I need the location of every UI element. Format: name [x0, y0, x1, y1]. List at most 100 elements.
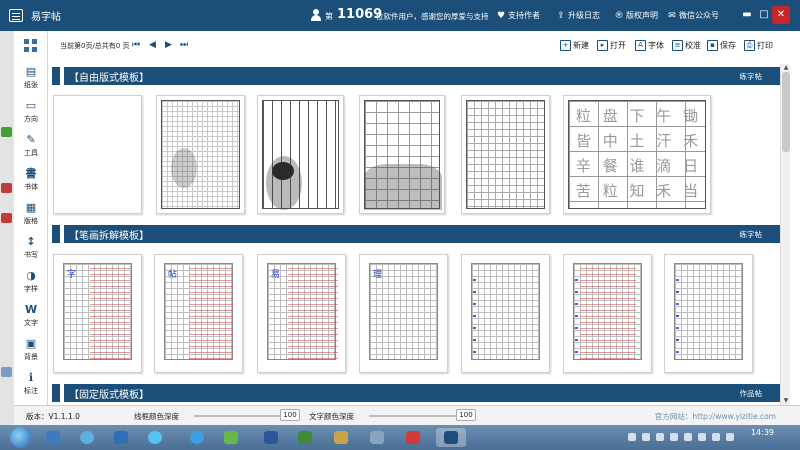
font-button[interactable]: A 字体 — [635, 40, 664, 51]
nav-grid-style[interactable]: ▦ 版格 — [14, 201, 48, 235]
section-link[interactable]: 作品帖 — [740, 388, 763, 399]
vertical-scrollbar[interactable]: ▲ ▼ — [780, 64, 790, 405]
app-logo-icon — [9, 9, 23, 22]
new-button[interactable]: + 新建 — [560, 40, 589, 51]
close-button[interactable]: ✕ — [772, 6, 790, 24]
print-button[interactable]: ⎙ 打印 — [744, 40, 773, 51]
nav-font-style[interactable]: 書书体 — [14, 167, 48, 201]
template-thumbnail[interactable] — [257, 95, 344, 214]
grid-pattern — [466, 100, 545, 209]
calibrate-button[interactable]: ≡ 校准 — [672, 40, 701, 51]
tray-icon[interactable] — [684, 433, 692, 441]
taskbar-app[interactable] — [256, 428, 286, 447]
copyright-link[interactable]: ® 版权声明 — [614, 10, 659, 21]
title-bar: 易字帖 第 11069 位软件用户，感谢您的厚爱与支持 ♥ 支持作者 ⇪ 升级日志 … — [0, 0, 800, 31]
section-header-free: 【自由版式模板】 练字帖 — [52, 67, 780, 85]
status-bar: 版本：V1.1.1.0 线框颜色深度 100 文字颜色深度 100 官方网站：h… — [14, 405, 800, 425]
template-thumbnail[interactable] — [664, 254, 753, 373]
copyright-icon: ® — [614, 10, 624, 21]
save-button[interactable]: ▪ 保存 — [707, 40, 736, 51]
nav-tools[interactable]: ✎ 工具 — [14, 133, 48, 167]
scroll-down-icon[interactable]: ▼ — [781, 397, 791, 405]
line-color-value[interactable]: 100 — [280, 409, 300, 421]
stroke-char: 理 — [373, 270, 383, 280]
tray-icon[interactable] — [656, 433, 664, 441]
book-icon: 書 — [25, 167, 37, 180]
maximize-button[interactable]: □ — [755, 6, 773, 24]
scroll-thumb[interactable] — [782, 72, 790, 152]
nav-writing[interactable]: ↕ 书写 — [14, 235, 48, 269]
calligraphy-row: 粒盘下午锄 — [575, 107, 699, 125]
nav-annotation[interactable]: ℹ 标注 — [14, 371, 48, 405]
taskbar-app[interactable] — [326, 428, 356, 447]
section-title: 【自由版式模板】 — [60, 67, 149, 85]
contrast-icon: ◑ — [26, 269, 36, 282]
template-thumbnail[interactable]: 字 — [53, 254, 142, 373]
text-color-slider[interactable] — [369, 415, 467, 417]
clock[interactable]: 14:39 — [751, 428, 774, 437]
prev-page-button[interactable]: ◀ — [149, 40, 156, 50]
text-color-value[interactable]: 100 — [456, 409, 476, 421]
template-thumbnail[interactable]: 粒盘下午锄 皆中土汗禾 辛餐谁滴日 苦粒知禾当 — [563, 95, 711, 214]
taskbar-app[interactable] — [38, 428, 68, 447]
scroll-up-icon[interactable]: ▲ — [781, 64, 791, 72]
tray-icon[interactable] — [628, 433, 636, 441]
folder-open-icon: ▸ — [597, 40, 608, 51]
user-count-suffix: 位软件用户，感谢您的厚爱与支持 — [376, 12, 489, 21]
nav-background[interactable]: ▣ 背景 — [14, 337, 48, 371]
last-page-button[interactable]: ⏭ — [180, 40, 188, 50]
template-thumbnail[interactable] — [461, 95, 550, 214]
minimize-button[interactable]: ▬ — [738, 6, 756, 24]
template-thumbnail[interactable] — [359, 95, 445, 214]
taskbar-app[interactable] — [106, 428, 136, 447]
taskbar-app[interactable] — [72, 428, 102, 447]
tray-icon[interactable] — [698, 433, 706, 441]
calligraphy-row: 皆中土汗禾 — [575, 132, 699, 150]
tray-icon[interactable] — [726, 433, 734, 441]
support-author-link[interactable]: ♥ 支持作者 — [496, 10, 540, 21]
app-title: 易字帖 — [31, 12, 61, 23]
tray-icon[interactable] — [670, 433, 678, 441]
website-link[interactable]: 官方网站：http://www.yizitie.com — [655, 411, 776, 422]
template-thumbnail[interactable] — [53, 95, 142, 214]
wechat-link[interactable]: ✉ 微信公众号 — [667, 10, 719, 21]
section-title: 【笔画拆解模板】 — [60, 225, 149, 243]
tray-icon[interactable] — [712, 433, 720, 441]
template-gallery: 【自由版式模板】 练字帖 粒盘下午锄 皆中土汗禾 辛 餐 谁 滴 日 苦 粒 知… — [48, 64, 780, 403]
tray-icon[interactable] — [642, 433, 650, 441]
section-link[interactable]: 练字帖 — [740, 229, 763, 240]
paper-icon: ▤ — [25, 65, 37, 78]
first-page-button[interactable]: ⏮ — [132, 40, 140, 50]
taskbar-app[interactable] — [290, 428, 320, 447]
template-thumbnail[interactable] — [461, 254, 550, 373]
taskbar-app[interactable] — [216, 428, 246, 447]
taskbar-app[interactable] — [362, 428, 392, 447]
nav-text[interactable]: W 文字 — [14, 303, 48, 337]
start-button[interactable] — [10, 427, 31, 448]
open-button[interactable]: ▸ 打开 — [597, 40, 626, 51]
section-link[interactable]: 练字帖 — [740, 71, 763, 82]
taskbar-app[interactable] — [182, 428, 212, 447]
template-thumbnail[interactable] — [563, 254, 652, 373]
nav-orientation[interactable]: ▭ 方向 — [14, 99, 48, 133]
nav-char-sample[interactable]: ◑ 字样 — [14, 269, 48, 303]
nav-paper[interactable]: ▤ 纸张 — [14, 65, 48, 99]
template-thumbnail[interactable] — [156, 95, 245, 214]
calibrate-icon: ≡ — [672, 40, 683, 51]
taskbar-app[interactable] — [140, 428, 170, 447]
grid-pattern — [161, 100, 240, 209]
template-thumbnail[interactable]: 帖 — [154, 254, 243, 373]
update-log-link[interactable]: ⇪ 升级日志 — [556, 10, 600, 21]
heart-icon: ♥ — [496, 10, 506, 21]
taskbar-app-active[interactable] — [436, 428, 466, 447]
next-page-button[interactable]: ▶ — [165, 40, 172, 50]
side-toolbar: ▤ 纸张 ▭ 方向 ✎ 工具 書书体 ▦ 版格 ↕ 书写 ◑ 字样 W 文字 ▣ 背景 ℹ 标注 — [14, 31, 48, 405]
line-color-label: 线框颜色深度 — [134, 412, 179, 421]
taskbar-app[interactable] — [398, 428, 428, 447]
template-thumbnail[interactable]: 理 — [359, 254, 448, 373]
grid-handle-icon[interactable] — [24, 39, 38, 53]
template-thumbnail[interactable]: 易 — [257, 254, 346, 373]
word-icon: W — [25, 303, 38, 316]
line-color-slider[interactable] — [194, 415, 292, 417]
user-count-prefix: 第 — [325, 12, 333, 21]
